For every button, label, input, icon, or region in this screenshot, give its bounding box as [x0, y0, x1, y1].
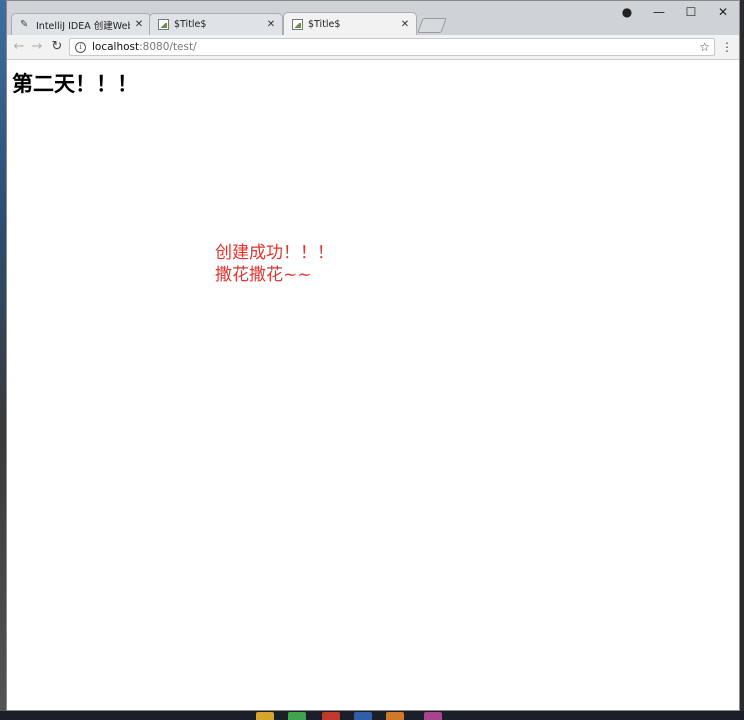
close-icon[interactable]: ✕: [134, 19, 144, 30]
reload-icon[interactable]: ↻: [49, 38, 65, 56]
tab-title-1[interactable]: $Title$ ✕: [149, 13, 283, 35]
bookmark-star-icon[interactable]: ☆: [699, 39, 710, 55]
maximize-button[interactable]: ☐: [677, 3, 705, 21]
tab-intellij[interactable]: ✎ IntelliJ IDEA 创建Web项 ✕: [11, 13, 151, 35]
page-heading: 第二天！！！: [12, 72, 138, 96]
folder-icon[interactable]: [256, 712, 274, 720]
close-icon[interactable]: ✕: [266, 19, 276, 30]
tab-strip: ✎ IntelliJ IDEA 创建Web项 ✕ $Title$ ✕ $Titl…: [7, 1, 739, 36]
tab-title-2[interactable]: $Title$ ✕: [283, 12, 417, 36]
url-host: localhost: [92, 41, 140, 53]
close-icon[interactable]: ✕: [400, 19, 410, 30]
tab-title: IntelliJ IDEA 创建Web项: [36, 20, 130, 32]
page-content: 第二天！！！ 创建成功！！！ 撒花撒花~~: [7, 60, 739, 710]
app-icon[interactable]: [386, 712, 404, 720]
forward-arrow-icon[interactable]: →: [29, 38, 45, 56]
minimize-button[interactable]: —: [645, 3, 673, 21]
app-icon[interactable]: [322, 712, 340, 720]
tab-title: $Title$: [174, 19, 207, 30]
app-icon[interactable]: [354, 712, 372, 720]
intellij-icon: ✎: [20, 19, 29, 30]
back-arrow-icon[interactable]: ←: [11, 38, 27, 56]
message-line-2: 撒花撒花~~: [215, 265, 312, 285]
message-line-1: 创建成功！！！: [215, 243, 334, 263]
taskbar: [0, 711, 744, 720]
tab-title: $Title$: [308, 19, 341, 30]
browser-window: ✎ IntelliJ IDEA 创建Web项 ✕ $Title$ ✕ $Titl…: [6, 0, 740, 711]
url-path: :8080/test/: [139, 41, 197, 53]
browser-toolbar: ← → ↻ i localhost :8080/test/ ☆ ⋮: [7, 35, 739, 60]
image-icon: [292, 19, 303, 30]
info-icon[interactable]: i: [75, 41, 86, 53]
address-bar[interactable]: i localhost :8080/test/ ☆: [69, 38, 715, 56]
app-icon[interactable]: [424, 712, 442, 720]
success-message: 创建成功！！！ 撒花撒花~~: [215, 242, 334, 286]
new-tab-button[interactable]: [417, 18, 447, 33]
profile-icon[interactable]: ●: [613, 3, 641, 21]
app-icon[interactable]: [288, 712, 306, 720]
browser-menu-icon[interactable]: ⋮: [721, 38, 733, 56]
image-icon: [158, 19, 169, 30]
close-window-button[interactable]: ✕: [709, 3, 737, 21]
